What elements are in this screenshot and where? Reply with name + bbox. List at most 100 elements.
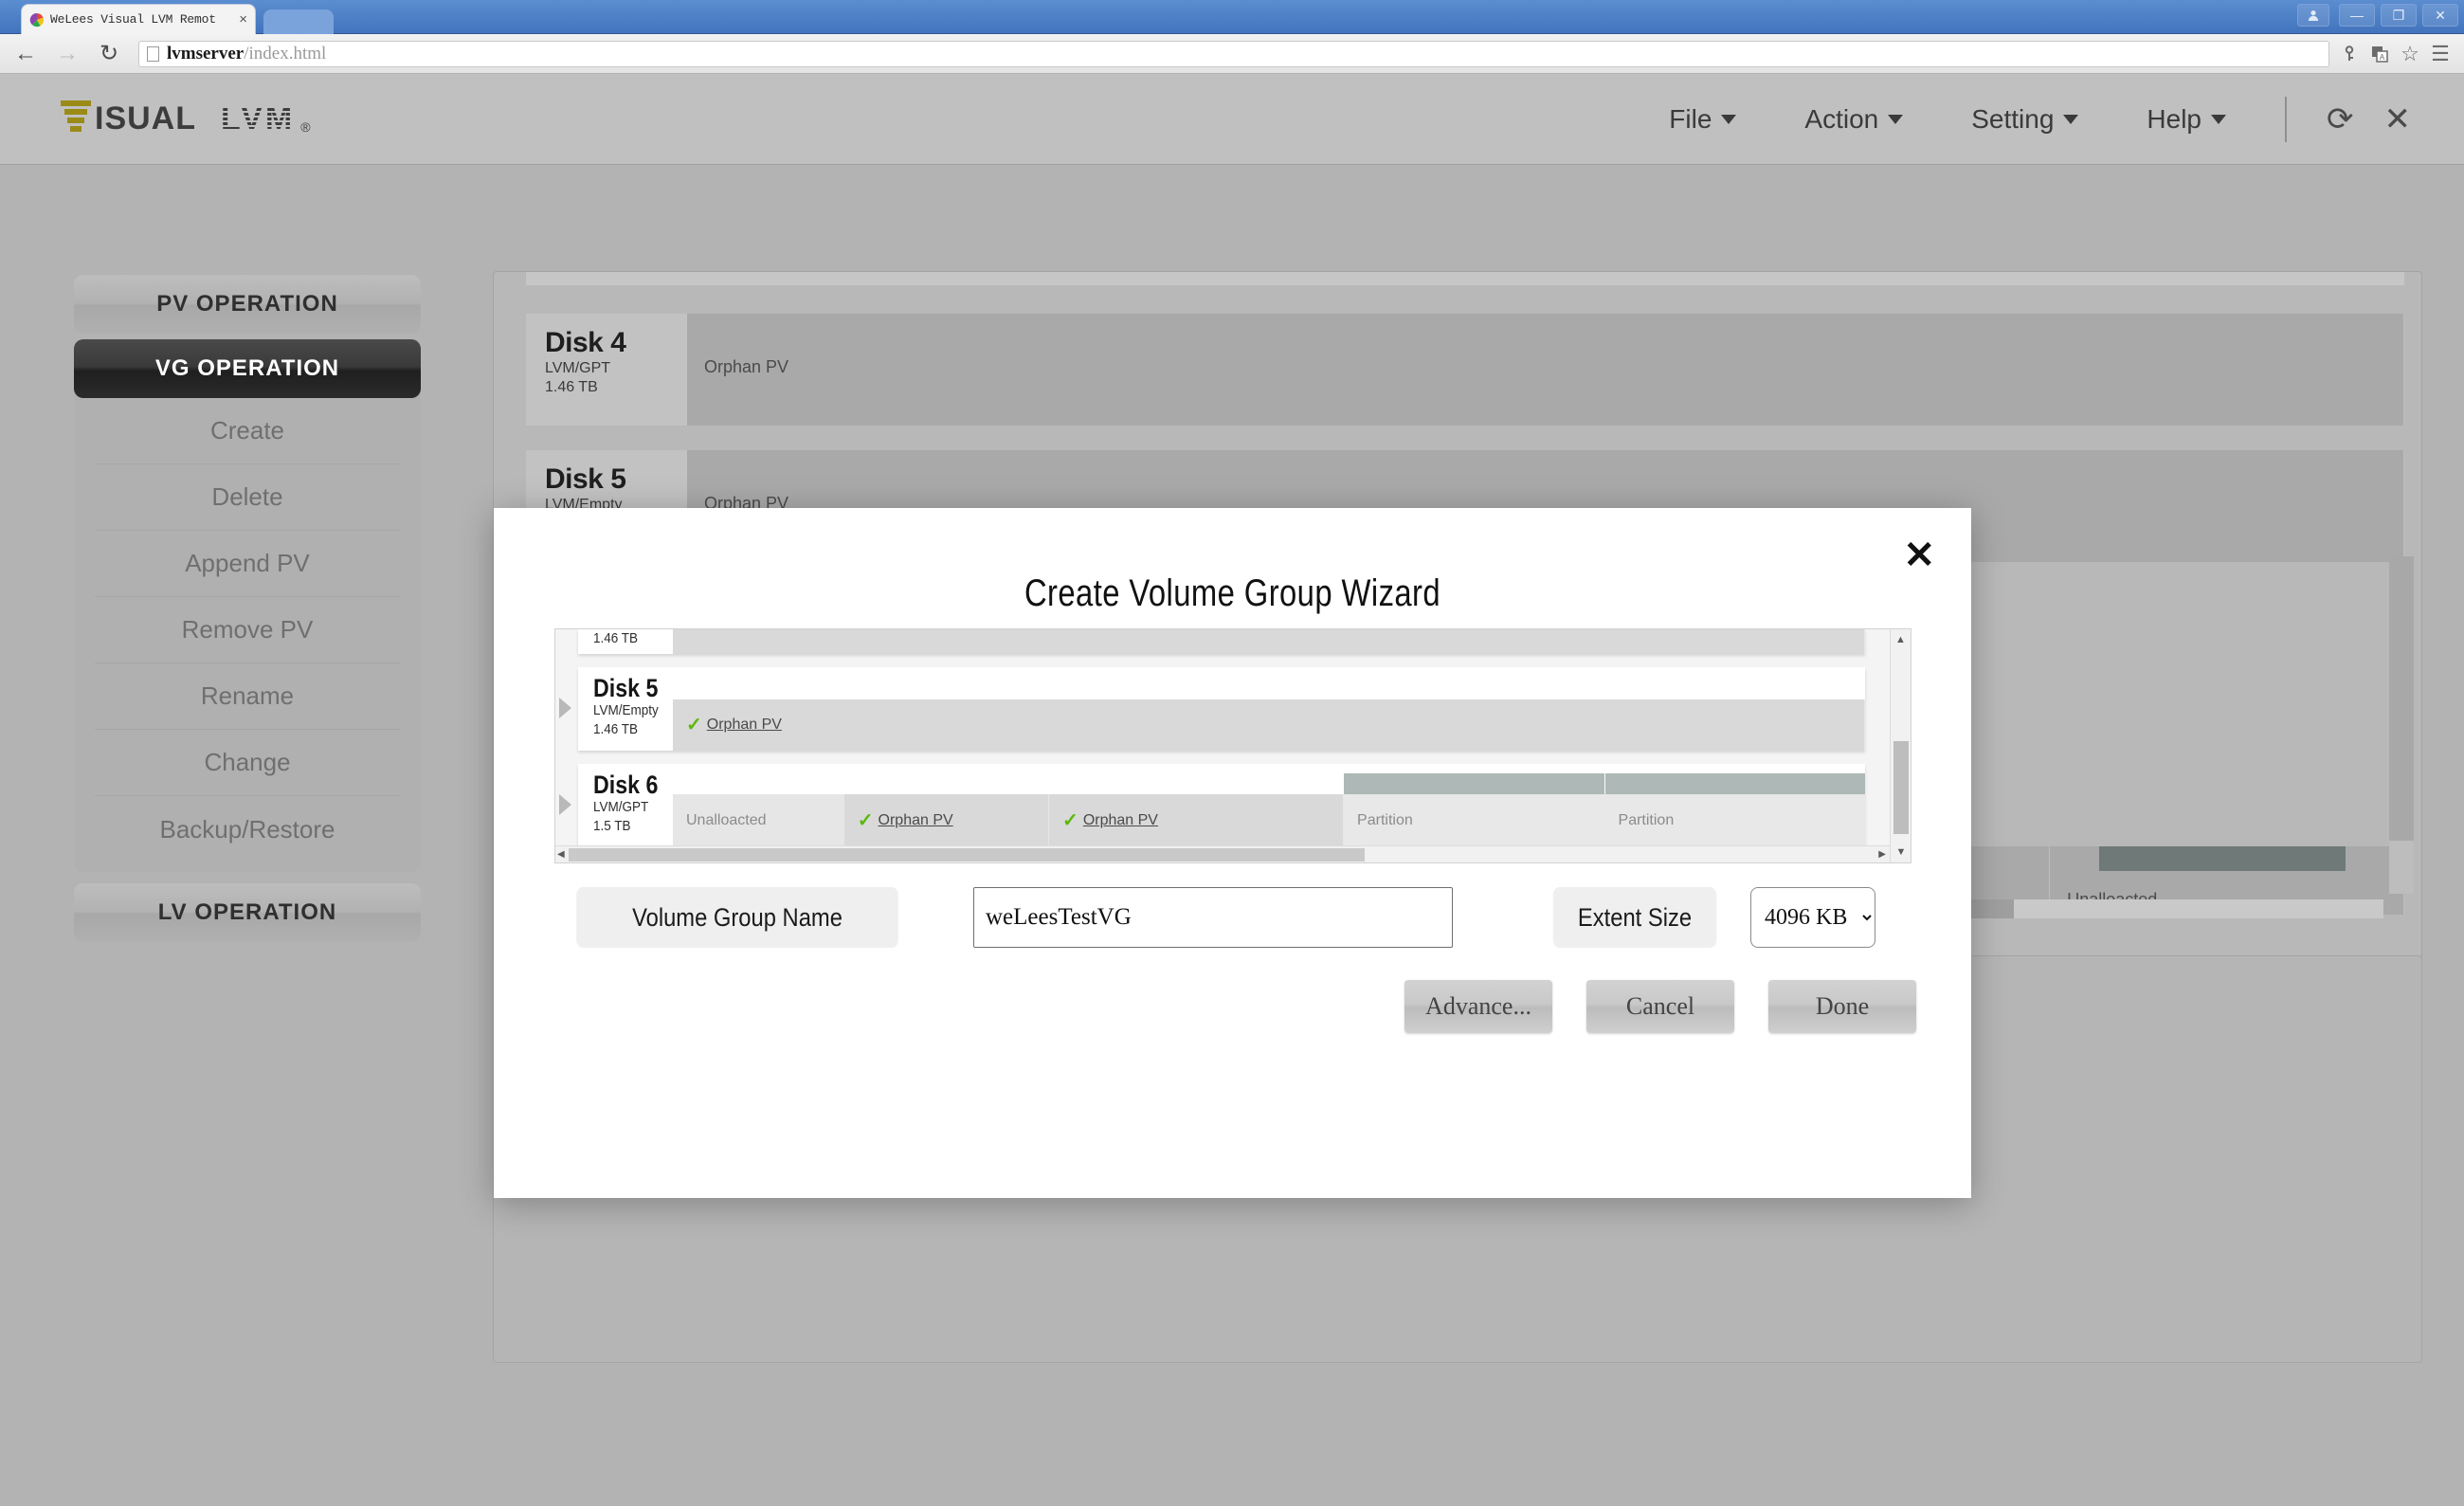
restore-button[interactable]: ❐ <box>2381 4 2417 27</box>
sidebar-group-lv: LV OPERATION <box>74 883 421 942</box>
sidebar-item-pv-operation[interactable]: PV OPERATION <box>74 275 421 334</box>
disk-segment-partition[interactable]: Partition <box>1344 773 1605 847</box>
logo-lvm-text: LVM <box>221 100 296 136</box>
sidebar-item-delete[interactable]: Delete <box>95 464 400 531</box>
scroll-down-icon[interactable]: ▼ <box>1891 842 1911 862</box>
cancel-button[interactable]: Cancel <box>1586 980 1734 1033</box>
expand-arrow-icon[interactable] <box>559 698 571 718</box>
menu-setting-label: Setting <box>1971 104 2055 134</box>
disk-segment-partition[interactable]: Partition <box>1604 773 1866 847</box>
scrollbar-thumb[interactable] <box>1893 741 1909 834</box>
minimize-button[interactable]: — <box>2339 4 2375 27</box>
refresh-icon[interactable]: ⟳ <box>2311 103 2369 136</box>
sidebar-item-append-pv[interactable]: Append PV <box>95 531 400 597</box>
address-bar[interactable]: lvmserver/index.html <box>138 40 2329 67</box>
chevron-down-icon <box>2063 115 2079 124</box>
sidebar-item-rename[interactable]: Rename <box>95 663 400 730</box>
disk-segment-orphan-pv[interactable]: ✓ Orphan PV <box>1049 794 1345 847</box>
disk-row-partial[interactable]: 1.46 TB <box>578 629 1865 654</box>
sidebar-item-change[interactable]: Change <box>95 730 400 796</box>
disk-segment-orphan-pv[interactable]: ✓ Orphan PV <box>843 794 1050 847</box>
disk-segment-orphan-pv[interactable]: ✓ Orphan PV <box>673 699 1865 751</box>
sidebar: PV OPERATION VG OPERATION Create Delete … <box>74 275 421 948</box>
sidebar-group-pv: PV OPERATION <box>74 275 421 334</box>
disk-name: Disk 6 <box>593 771 659 799</box>
favicon-icon <box>29 12 45 27</box>
disk-size: 1.46 TB <box>545 379 598 395</box>
bookmark-star-icon[interactable]: ☆ <box>2400 42 2420 65</box>
back-icon[interactable]: ← <box>9 42 42 65</box>
segment-label[interactable]: Orphan PV <box>707 717 782 734</box>
wizard-form-row: Volume Group Name Extent Size 4096 KB <box>554 887 1911 948</box>
scroll-up-icon[interactable]: ▲ <box>1891 629 1911 650</box>
scrollbar-thumb[interactable] <box>2389 556 2414 841</box>
logo-visual-text: ISUAL <box>95 100 196 136</box>
menu-action-label: Action <box>1804 104 1879 134</box>
disk-segment[interactable] <box>673 629 1865 654</box>
disk-row[interactable]: Disk 6 LVM/GPT 1.5 TB Unalloacted ✓ Orph… <box>559 764 1866 847</box>
sidebar-item-lv-operation[interactable]: LV OPERATION <box>74 883 421 942</box>
segment-label[interactable]: Orphan PV <box>1083 812 1158 829</box>
scrollbar-thumb[interactable] <box>569 848 1365 862</box>
tab-title: WeLees Visual LVM Remot <box>50 12 216 27</box>
segment-label[interactable]: Orphan PV <box>879 812 953 829</box>
expand-arrow-icon[interactable] <box>559 794 571 815</box>
sidebar-vg-items: Create Delete Append PV Remove PV Rename… <box>74 398 421 872</box>
disk-selector-vertical-scrollbar[interactable]: ▲ ▼ <box>1890 629 1911 862</box>
window-controls: — ❐ ✕ <box>2297 3 2458 27</box>
sidebar-item-create[interactable]: Create <box>95 398 400 464</box>
disk-segments: ✓ Orphan PV <box>673 667 1865 751</box>
page-info-icon <box>147 45 159 62</box>
new-tab-button[interactable] <box>263 9 334 34</box>
browser-menu-icon[interactable]: ☰ <box>2430 42 2451 65</box>
browser-tab[interactable]: WeLees Visual LVM Remot × <box>21 4 256 34</box>
disk-selector: 1.46 TB Disk 5 LVM/Empty 1.46 TB ✓ Orpha… <box>554 628 1911 863</box>
translate-icon[interactable]: A <box>2369 44 2390 64</box>
disk-name: Disk 5 <box>545 463 626 495</box>
segment-label: Partition <box>1618 812 1675 828</box>
close-icon[interactable]: ✕ <box>1903 536 1935 574</box>
reload-icon[interactable]: ↻ <box>93 42 125 65</box>
disk-header: Disk 4 LVM/GPT 1.46 TB <box>526 314 687 426</box>
disk-size: 1.5 TB <box>593 817 631 834</box>
wizard-button-row: Advance... Cancel Done <box>1404 980 1916 1033</box>
svg-text:A: A <box>2380 53 2385 62</box>
disk-segment-unallocated[interactable]: Unalloacted <box>673 794 844 847</box>
disk-segment[interactable]: Orphan PV <box>687 314 2404 426</box>
done-button[interactable]: Done <box>1768 980 1916 1033</box>
key-icon[interactable] <box>2339 44 2360 64</box>
chevron-down-icon <box>1888 115 1904 124</box>
tab-close-icon[interactable]: × <box>239 12 247 27</box>
disk-type: LVM/GPT <box>593 799 649 816</box>
panel-top-strip <box>526 272 2404 285</box>
disk-name: Disk 4 <box>545 327 626 358</box>
menu-file[interactable]: File <box>1635 104 1770 135</box>
dialog-title: Create Volume Group Wizard <box>1024 572 1441 614</box>
extent-size-select[interactable]: 4096 KB <box>1750 887 1875 948</box>
address-bar-url: lvmserver/index.html <box>167 44 326 64</box>
check-icon: ✓ <box>686 715 702 735</box>
disk-size: 1.46 TB <box>593 630 639 646</box>
advance-button[interactable]: Advance... <box>1404 980 1552 1033</box>
menu-action[interactable]: Action <box>1770 104 1937 135</box>
forward-icon[interactable]: → <box>51 42 83 65</box>
app-close-icon[interactable]: ✕ <box>2369 103 2427 136</box>
scroll-left-icon[interactable]: ◀ <box>557 849 565 860</box>
panel-vertical-scrollbar[interactable] <box>2389 556 2414 894</box>
disk-header: 1.46 TB <box>578 629 673 654</box>
menu-help-label: Help <box>2147 104 2201 134</box>
close-window-button[interactable]: ✕ <box>2422 4 2458 27</box>
scroll-right-icon[interactable]: ▶ <box>1878 849 1886 860</box>
menu-setting[interactable]: Setting <box>1937 104 2112 135</box>
menu-help[interactable]: Help <box>2112 104 2260 135</box>
disk-row[interactable]: Disk 5 LVM/Empty 1.46 TB ✓ Orphan PV <box>559 667 1865 751</box>
user-profile-icon[interactable] <box>2297 4 2329 27</box>
sidebar-item-remove-pv[interactable]: Remove PV <box>95 597 400 663</box>
sidebar-item-vg-operation[interactable]: VG OPERATION <box>74 339 421 398</box>
volume-group-name-input[interactable] <box>973 887 1453 948</box>
disk-selector-horizontal-scrollbar[interactable]: ◀ ▶ <box>555 845 1890 862</box>
app-header: ISUAL LVM ® File Action Setting Help ⟳ ✕ <box>0 74 2464 165</box>
sidebar-item-backup-restore[interactable]: Backup/Restore <box>95 796 400 862</box>
background-disk-row[interactable]: Disk 4 LVM/GPT 1.46 TB Orphan PV <box>526 314 2404 426</box>
segment-label: Unalloacted <box>686 812 767 828</box>
